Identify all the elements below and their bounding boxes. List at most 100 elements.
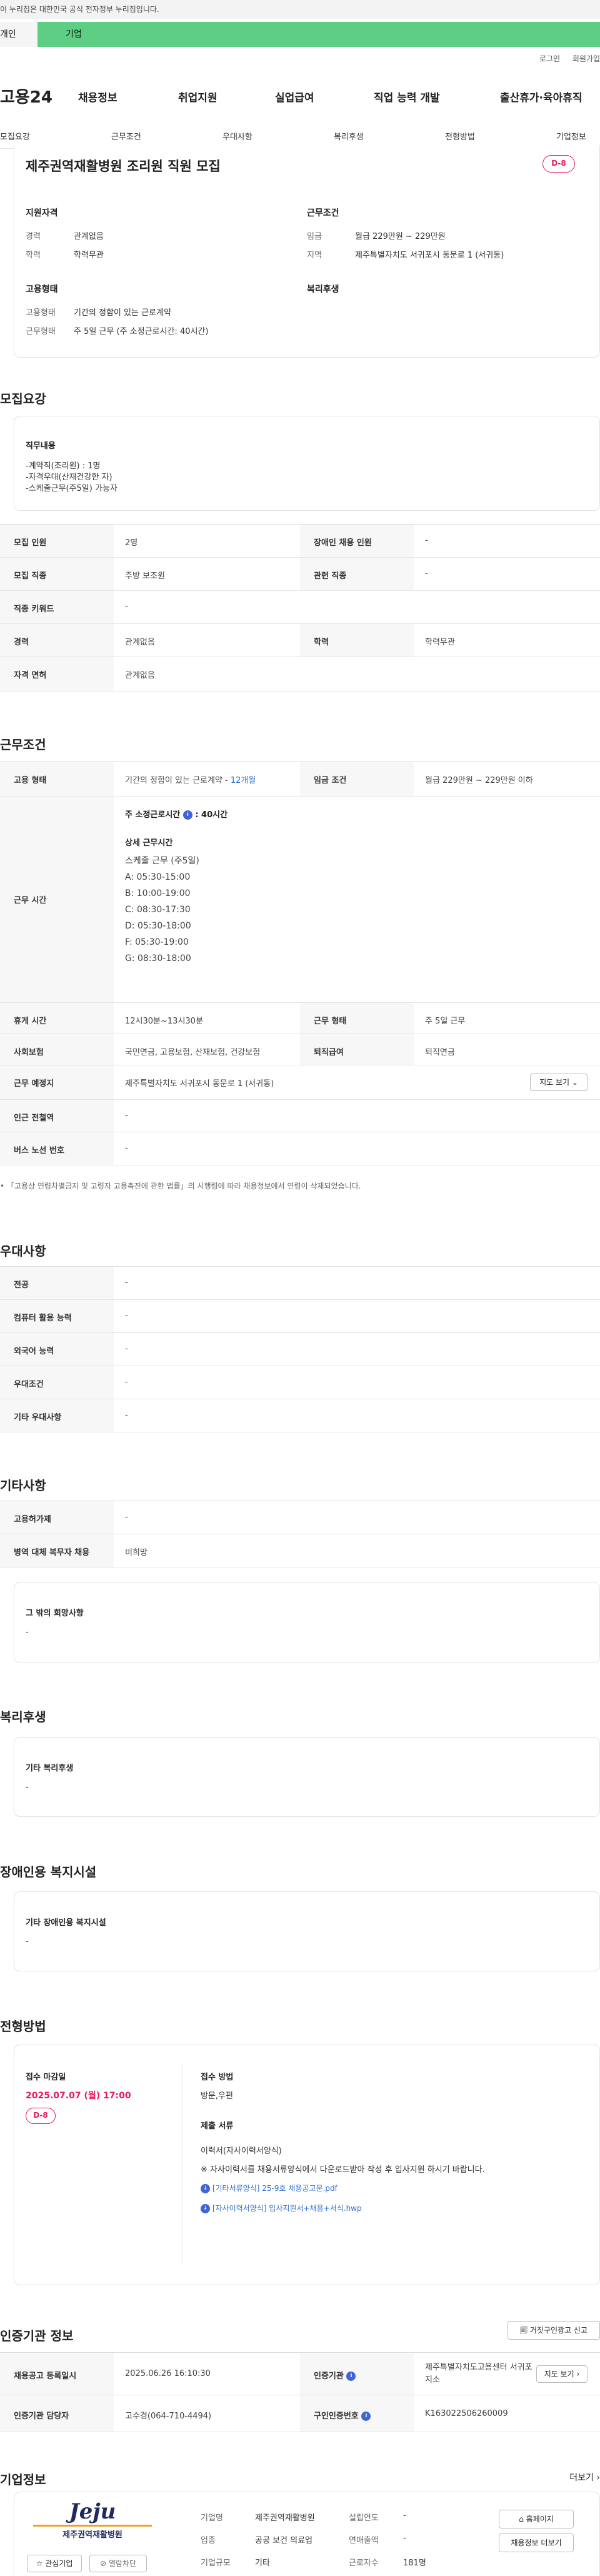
th-break: 휴게 시간 (0, 1003, 114, 1034)
table-row: 우대조건 - (0, 1366, 600, 1399)
method-value: 방문,우편 (201, 2091, 233, 2101)
cert-table: 채용공고 등록일시 2025.06.26 16:10:30 인증기관 i 제주특… (0, 2352, 600, 2432)
td-reg: 2025.06.26 16:10:30 (125, 2369, 211, 2378)
chevron-right-icon: › (576, 2370, 580, 2378)
th-insurance: 사회보험 (0, 1034, 114, 1065)
th-military: 병역 대체 복무자 채용 (0, 1534, 114, 1567)
tab-personal[interactable]: 개인 (0, 22, 38, 47)
disability-heading: 장애인용 복지시설 (0, 1864, 97, 1879)
founded-value: - (403, 2511, 406, 2520)
report-icon: 🗐 (520, 2326, 528, 2335)
hours-line: G: 08:30-18:00 (125, 953, 191, 963)
gnb-item-training[interactable]: 직업 능력 개발 (374, 89, 440, 104)
welfare-title: 복리후생 (307, 284, 339, 294)
info-icon[interactable]: i (361, 2412, 371, 2421)
map-button-label: 지도 보기 (539, 1078, 570, 1087)
block-button[interactable]: ⊘ 열람차단 (89, 2555, 147, 2572)
more-label: 더보기 (569, 2473, 594, 2483)
td-language: - (125, 1344, 128, 1354)
biz-value: 공공 보건 의료업 (255, 2536, 312, 2545)
th-pref-cond: 우대조건 (0, 1366, 114, 1399)
gnb-item-support[interactable]: 취업지원 (178, 89, 218, 104)
sales-label: 연매출액 (349, 2536, 379, 2545)
cert-map-button[interactable]: 지도 보기 › (536, 2365, 588, 2383)
summary-card: 제주권역재활병원 조리원 직원 모집 D-8 지원자격 경력 관계없음 학력 학… (14, 145, 600, 358)
snb-recruit[interactable]: 모집요강 (0, 130, 30, 142)
file-name: [자사이력서양식] 입사지원서+채용+서식.hwp (212, 2204, 362, 2213)
fav-button[interactable]: ☆ 관심기업 (27, 2555, 82, 2572)
emp-title: 고용형태 (26, 284, 58, 294)
snb-preference[interactable]: 우대사항 (222, 130, 252, 142)
homepage-button[interactable]: ⌂ 홈페이지 (499, 2510, 574, 2528)
td-license: 관계없음 (125, 671, 155, 680)
snb-selection[interactable]: 전형방법 (445, 130, 475, 142)
file-link[interactable]: ↓ [기타서류양식] 25-9호 채용공고문.pdf (201, 2183, 338, 2193)
welfare-box-title: 기타 복리후생 (26, 1764, 74, 1773)
report-button[interactable]: 🗐 거짓구인광고 신고 (508, 2321, 600, 2340)
td-military: 비희망 (125, 1548, 148, 1557)
table-row: 근무 예정지 제주특별자치도 서귀포시 동문로 1 (서귀동) 지도 보기 ⌄ (0, 1065, 600, 1100)
extra-title: 그 밖의 희망사항 (26, 1609, 84, 1618)
org-label: 인증기관 (314, 2372, 344, 2381)
recruit-heading: 모집요강 (0, 391, 46, 406)
th-org: 인증기관 i (300, 2353, 414, 2395)
join-link[interactable]: 회원가입 (572, 54, 600, 63)
hours-line: B: 10:00-19:00 (125, 888, 191, 898)
company-jobs-button[interactable]: 채용정보 더보기 (499, 2533, 574, 2552)
info-icon[interactable]: i (346, 2372, 356, 2381)
hours-line: C: 08:30-17:30 (125, 905, 191, 915)
th-permit: 고용허가제 (0, 1501, 114, 1534)
info-icon[interactable]: i (182, 810, 192, 820)
extra-value: - (26, 1628, 29, 1637)
util-menu: 로그인 회원가입 (529, 53, 600, 64)
homepage-label: 홈페이지 (526, 2515, 554, 2523)
docs-title: 제출 서류 (201, 2121, 234, 2131)
founded-label: 설립연도 (349, 2513, 379, 2523)
th-keyword: 직종 키워드 (0, 591, 114, 623)
no-label: 구인인증번호 (314, 2412, 359, 2421)
snb-condition[interactable]: 근무조건 (111, 130, 141, 142)
recruit-table: 모집 인원 2명 장애인 채용 인원 - 모집 직종 주방 보조원 관련 직종 … (0, 524, 600, 692)
th-form: 근무 형태 (300, 1003, 414, 1034)
th-no: 구인인증번호 i (300, 2395, 414, 2432)
size-value: 기타 (255, 2558, 270, 2568)
name-label: 기업명 (201, 2513, 223, 2523)
td-subway: - (125, 1111, 128, 1120)
emp-months: 12개월 (230, 776, 256, 785)
hours-line: A: 05:30-15:00 (125, 872, 191, 882)
file-link[interactable]: ↓ [자사이력서양식] 입사지원서+채용+서식.hwp (201, 2203, 362, 2213)
qual-title: 지원자격 (26, 208, 58, 218)
hours-line: F: 05:30-19:00 (125, 937, 189, 947)
tab-company[interactable]: 기업 (38, 22, 600, 47)
download-icon: ↓ (201, 2184, 210, 2193)
wage-value: 월급 229만원 ~ 229만원 (355, 232, 446, 241)
login-link[interactable]: 로그인 (539, 54, 560, 63)
name-value: 제주권역재활병원 (255, 2513, 315, 2523)
snb-welfare[interactable]: 복리후생 (334, 130, 364, 142)
wage-label: 임금 (307, 232, 322, 241)
company-heading: 기업정보 (0, 2472, 46, 2487)
preference-table: 전공 - 컴퓨터 활용 능력 - 외국어 능력 - 우대조건 - 기타 우대사항 - (0, 1266, 600, 1432)
td-emp: 기간의 정함이 있는 근로계약 - 12개월 (114, 762, 256, 796)
th-count: 모집 인원 (0, 525, 114, 557)
th-emp: 고용 형태 (0, 762, 114, 796)
condition-heading: 근무조건 (0, 737, 46, 752)
gnb-item-jobs[interactable]: 채용정보 (78, 89, 118, 104)
th-related: 관련 직종 (300, 558, 414, 590)
file-name: [기타서류양식] 25-9호 채용공고문.pdf (212, 2184, 338, 2193)
snb-company[interactable]: 기업정보 (556, 130, 586, 142)
gnb-item-leave[interactable]: 출산휴가·육아휴직 (500, 89, 582, 104)
selection-dday-badge: D-8 (26, 2108, 56, 2124)
star-icon: ☆ (36, 2559, 43, 2568)
block-icon: ⊘ (99, 2559, 107, 2568)
th-career: 경력 (0, 624, 114, 657)
disability-box: 기타 장애인용 복지시설 - (14, 1891, 600, 1971)
gnb-item-unemployment[interactable]: 실업급여 (275, 89, 314, 104)
map-button[interactable]: 지도 보기 ⌄ (530, 1074, 588, 1091)
hours-main: 주 소정근로시간 (125, 810, 181, 820)
chevron-right-icon: › (596, 2473, 600, 2483)
th-license: 자격 면허 (0, 657, 114, 691)
block-label: 열람차단 (108, 2559, 137, 2568)
site-logo[interactable]: 고용24 (0, 84, 52, 108)
more-link[interactable]: 더보기 › (569, 2471, 600, 2483)
